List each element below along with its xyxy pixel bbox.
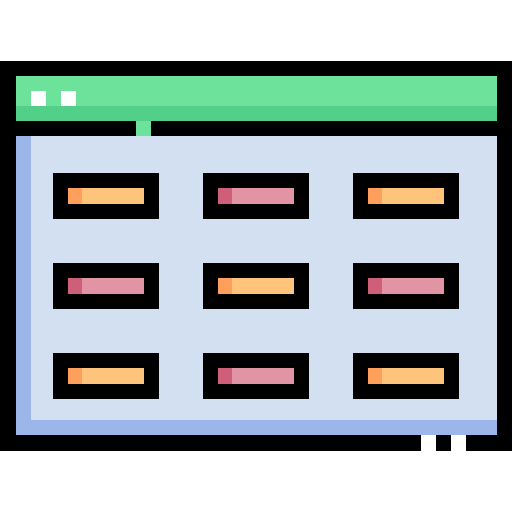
content-tile (203, 263, 309, 309)
tile-bar-accent (218, 188, 232, 204)
content-tile (53, 353, 159, 399)
content-grid (53, 173, 459, 399)
tile-bar-accent (368, 188, 382, 204)
window-shadow-bottom (16, 420, 497, 435)
titlebar-highlight (16, 106, 497, 121)
content-tile (53, 263, 159, 309)
content-tile (353, 353, 459, 399)
tile-bar-accent (368, 278, 382, 294)
content-tile (203, 173, 309, 219)
titlebar-notch (136, 121, 151, 136)
content-tile (353, 173, 459, 219)
tile-bar-accent (368, 368, 382, 384)
window-shadow-left (16, 136, 31, 435)
content-tile (353, 263, 459, 309)
bottom-notch (451, 435, 466, 451)
tile-bar-accent (68, 278, 82, 294)
tile-bar-accent (68, 368, 82, 384)
content-tile (53, 173, 159, 219)
titlebar-divider (0, 121, 512, 136)
tile-bar-accent (218, 368, 232, 384)
web-page-grid-layout-icon (0, 61, 512, 451)
window-dot-icon (61, 91, 76, 106)
tile-bar-accent (68, 188, 82, 204)
content-tile (203, 353, 309, 399)
window-dot-icon (31, 91, 46, 106)
tile-bar-accent (218, 278, 232, 294)
bottom-notch (421, 435, 436, 451)
